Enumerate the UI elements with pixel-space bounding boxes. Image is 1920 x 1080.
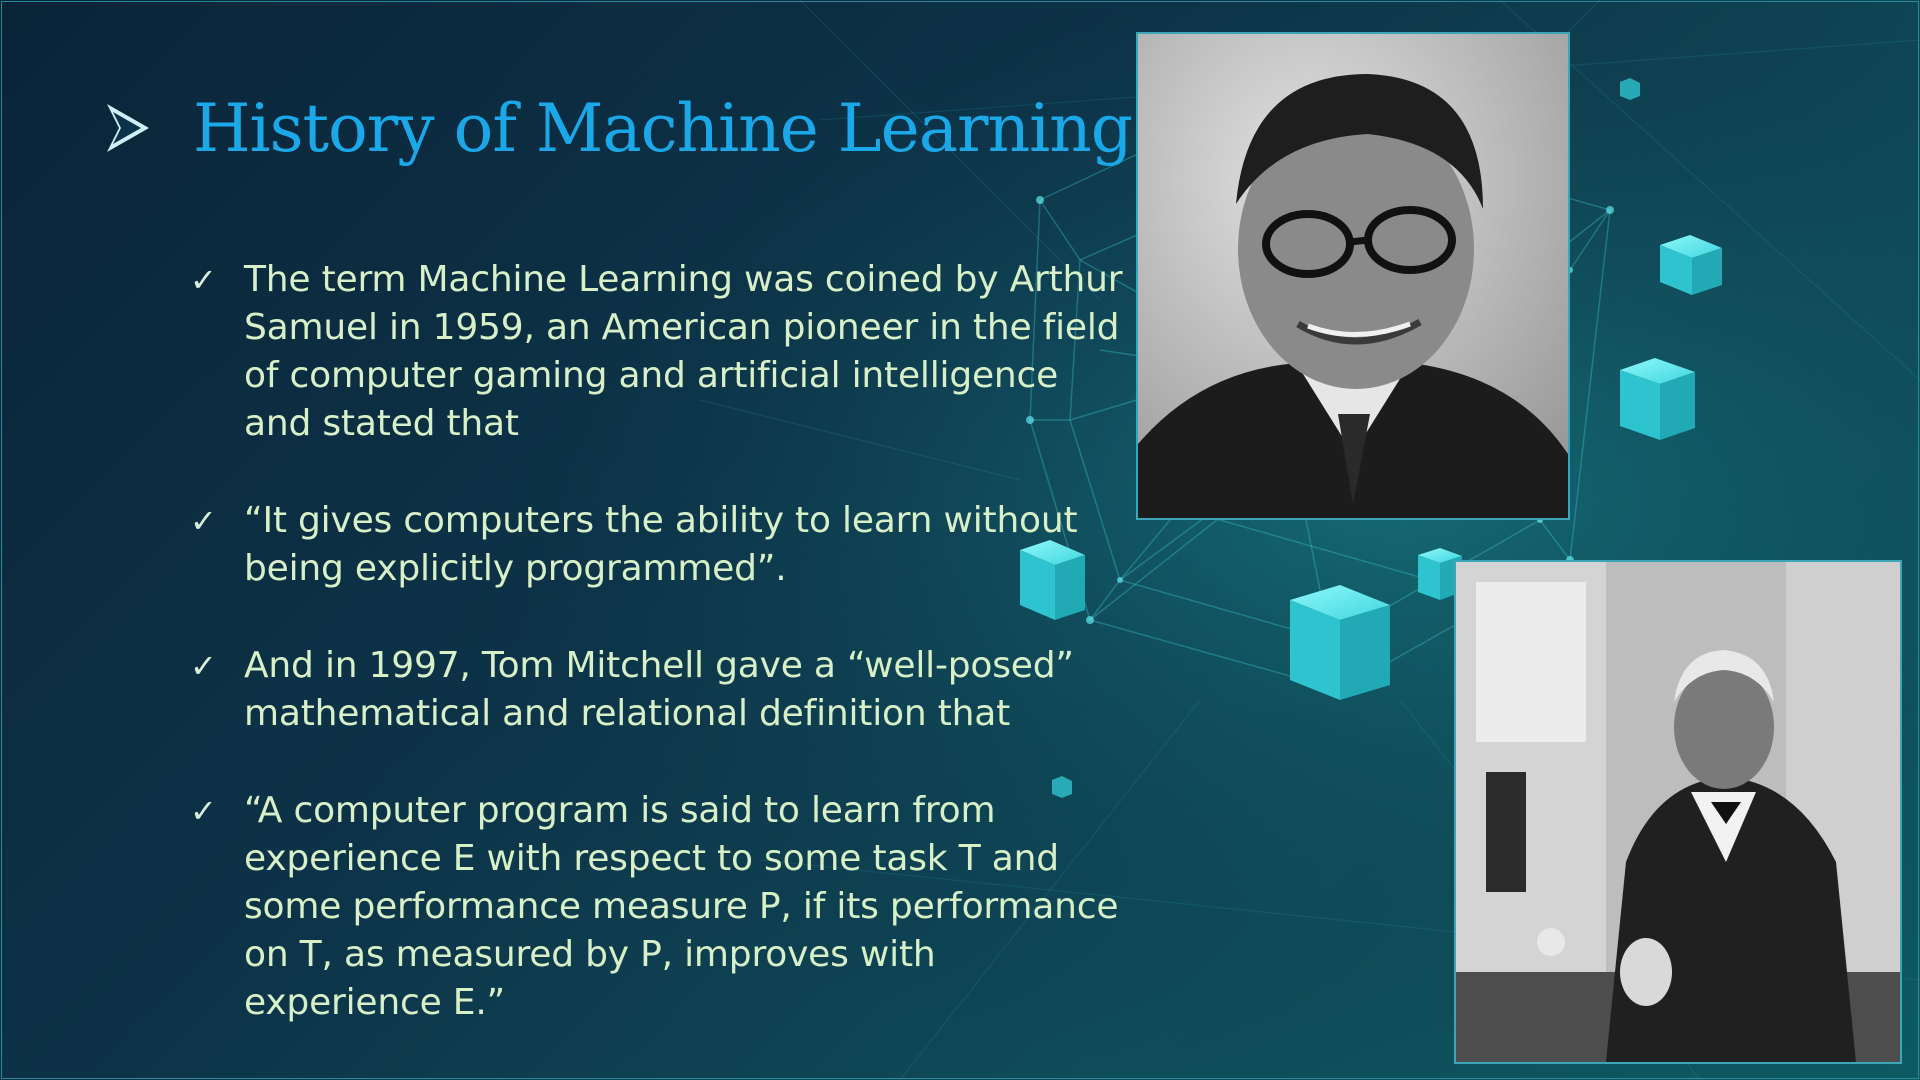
- bullet-text: “A computer program is said to learn fro…: [244, 790, 1119, 1023]
- check-icon: ✓: [190, 647, 217, 685]
- title-row: History of Machine Learning: [105, 88, 1133, 168]
- check-icon: ✓: [190, 502, 217, 540]
- slide-title: History of Machine Learning: [193, 89, 1133, 167]
- portrait-photo-edison-lab: [1454, 560, 1902, 1064]
- bullet-list: ✓ The term Machine Learning was coined b…: [190, 256, 1130, 1076]
- list-item: ✓ And in 1997, Tom Mitchell gave a “well…: [190, 642, 1130, 738]
- arrow-bullet-icon: [107, 104, 149, 152]
- list-item: ✓ The term Machine Learning was coined b…: [190, 256, 1130, 448]
- list-item: ✓ “It gives computers the ability to lea…: [190, 497, 1130, 593]
- bullet-text: And in 1997, Tom Mitchell gave a “well-p…: [244, 645, 1074, 734]
- bullet-text: “It gives computers the ability to learn…: [244, 500, 1078, 589]
- list-item: ✓ “A computer program is said to learn f…: [190, 787, 1130, 1027]
- bullet-text: The term Machine Learning was coined by …: [244, 259, 1123, 444]
- portrait-photo-arthur-samuel: [1136, 32, 1570, 520]
- check-icon: ✓: [190, 792, 217, 830]
- check-icon: ✓: [190, 261, 217, 299]
